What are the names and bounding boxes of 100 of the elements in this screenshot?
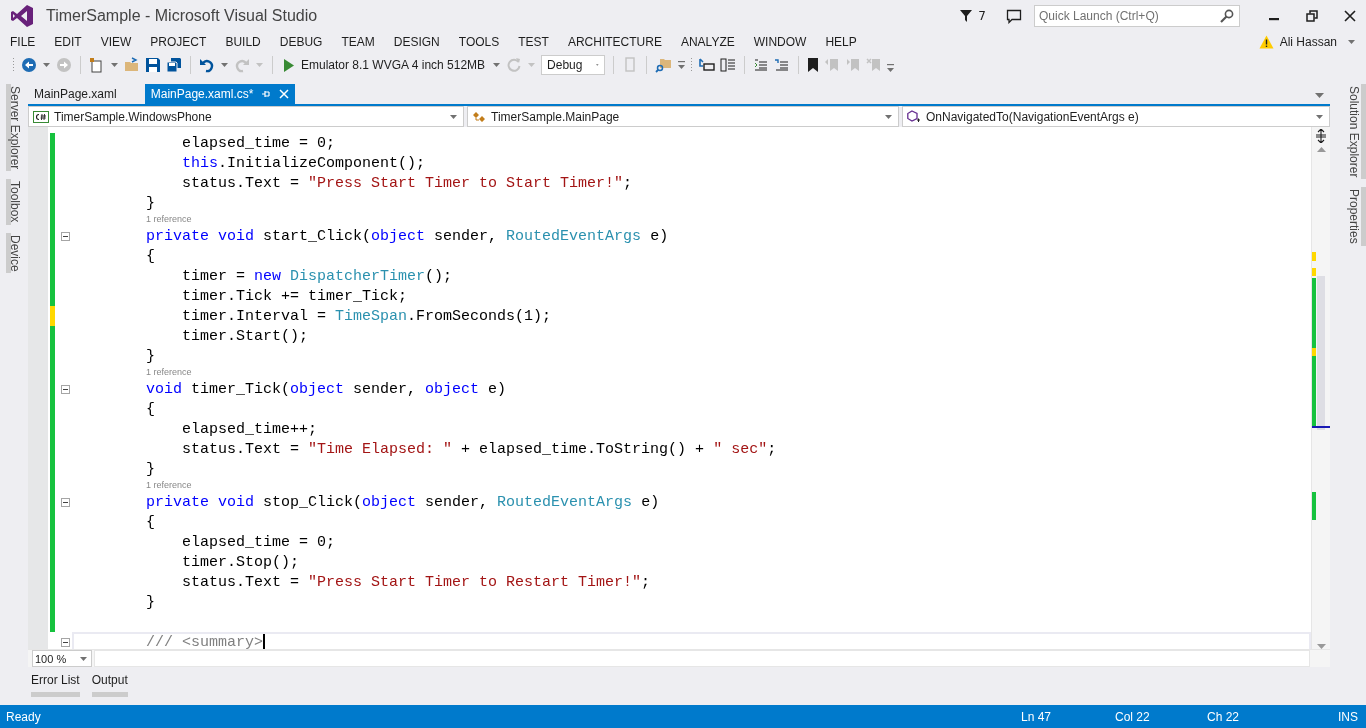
caret-icon[interactable] <box>111 63 118 67</box>
vertical-scrollbar[interactable] <box>1311 127 1330 649</box>
reference-count-link[interactable]: 1 reference <box>72 366 192 379</box>
code-line: timer.Start(); <box>181 327 309 345</box>
pin-icon[interactable] <box>261 89 272 99</box>
code-line: /// <summary> <box>145 633 264 649</box>
code-line: } <box>145 460 155 478</box>
bookmark-icon[interactable] <box>807 57 820 73</box>
code-line: elapsed_time++; <box>181 420 318 438</box>
collapse-icon[interactable] <box>60 231 70 241</box>
code-line: void timer_Tick(object sender, object e) <box>145 380 507 398</box>
caret-icon[interactable] <box>43 63 50 67</box>
csharp-icon <box>33 110 49 123</box>
code-line: private void stop_Click(object sender, RoutedEventArgs e) <box>145 493 660 511</box>
menu-item[interactable]: ANALYZE <box>680 35 735 49</box>
filter-icon[interactable] <box>960 10 973 22</box>
menu-item[interactable]: DEBUG <box>279 35 323 49</box>
insert-mode: INS <box>1338 709 1358 724</box>
undo-icon[interactable] <box>199 57 215 73</box>
feedback-icon[interactable] <box>1006 8 1022 24</box>
play-icon <box>283 58 295 72</box>
side-panel-tab[interactable]: Properties <box>1340 187 1366 247</box>
document-tab[interactable]: MainPage.xaml.cs* <box>144 84 296 104</box>
menu-item[interactable]: WINDOW <box>753 35 807 49</box>
caret-icon[interactable] <box>493 63 501 67</box>
search-icon[interactable] <box>1220 9 1234 23</box>
tool-window-tab[interactable]: Error List <box>31 673 80 697</box>
code-line: private void start_Click(object sender, RoutedEventArgs e) <box>145 227 669 245</box>
menu-item[interactable]: DESIGN <box>393 35 440 49</box>
code-line: status.Text = "Time Elapsed: " + elapsed_time.ToString() + " sec"; <box>181 440 777 458</box>
back-icon[interactable] <box>21 57 37 73</box>
notification-count[interactable]: 7 <box>978 9 986 23</box>
tool-window-tab[interactable]: Output <box>91 673 128 697</box>
side-panel-tab[interactable]: Device <box>6 232 22 274</box>
caret-icon <box>596 63 600 67</box>
code-line: } <box>145 347 155 365</box>
side-panel-tab[interactable]: Toolbox <box>6 179 22 225</box>
close-icon[interactable] <box>1344 10 1356 22</box>
caret-icon[interactable] <box>221 63 228 67</box>
comment-icon[interactable] <box>753 57 770 73</box>
horizontal-scrollbar[interactable] <box>94 650 1310 667</box>
menu-item[interactable]: EDIT <box>54 35 82 49</box>
code-line: status.Text = "Press Start Timer to Restart Timer!"; <box>181 573 651 591</box>
type-dropdown[interactable]: TimerSample.MainPage <box>467 106 899 127</box>
overflow-icon[interactable] <box>887 64 895 72</box>
change-marker <box>1312 268 1316 276</box>
caret-icon[interactable] <box>1315 93 1324 98</box>
class-icon <box>472 110 486 123</box>
new-project-icon[interactable] <box>89 57 105 73</box>
code-line: { <box>145 400 155 418</box>
character-number: Ch 22 <box>1207 709 1240 724</box>
column-number: Col 22 <box>1115 709 1151 724</box>
account-name[interactable]: Ali Hassan <box>1279 35 1337 49</box>
collapse-icon[interactable] <box>60 384 70 394</box>
restore-icon[interactable] <box>1306 10 1318 22</box>
list-icon[interactable] <box>720 57 737 73</box>
step-icon[interactable] <box>699 57 716 73</box>
caret-icon <box>80 656 87 661</box>
run-button[interactable]: Emulator 8.1 WVGA 4 inch 512MB <box>281 58 488 72</box>
menu-item[interactable]: HELP <box>825 35 857 49</box>
menu-item[interactable]: FILE <box>10 35 36 49</box>
caret-position-marker <box>1312 426 1330 428</box>
menu-item[interactable]: TEST <box>518 35 549 49</box>
save-all-icon[interactable] <box>166 57 182 73</box>
reference-count-link[interactable]: 1 reference <box>72 479 192 492</box>
open-folder-icon[interactable] <box>124 57 140 73</box>
member-dropdown[interactable]: OnNavigatedTo(NavigationEventArgs e) <box>902 106 1330 127</box>
side-panel-tab[interactable]: Server Explorer <box>6 84 22 172</box>
caret-icon <box>450 114 457 119</box>
document-tab[interactable]: MainPage.xaml <box>28 84 123 104</box>
menu-item[interactable]: ARCHITECTURE <box>567 35 662 49</box>
menu-item[interactable]: TOOLS <box>458 35 500 49</box>
menu-item[interactable]: TEAM <box>341 35 375 49</box>
menu-item[interactable]: PROJECT <box>150 35 207 49</box>
window-title: TimerSample - Microsoft Visual Studio <box>46 7 318 25</box>
collapse-icon[interactable] <box>60 637 70 647</box>
split-icon[interactable] <box>1315 129 1327 143</box>
configuration-dropdown[interactable]: Debug <box>541 55 606 75</box>
scroll-up-icon[interactable] <box>1316 147 1326 152</box>
code-line: timer.Stop(); <box>181 553 300 571</box>
line-number: Ln 47 <box>1021 709 1052 724</box>
caret-icon <box>1316 114 1323 119</box>
uncomment-icon[interactable] <box>774 57 791 73</box>
code-line: { <box>145 247 155 265</box>
zoom-dropdown[interactable]: 100 % <box>32 650 92 667</box>
method-icon <box>907 110 921 123</box>
caret-icon <box>885 114 892 119</box>
caret-icon[interactable] <box>1348 40 1355 44</box>
quick-launch-field[interactable]: Quick Launch (Ctrl+Q) <box>1034 5 1240 27</box>
menu-item[interactable]: VIEW <box>100 35 132 49</box>
save-icon[interactable] <box>145 57 161 73</box>
collapse-icon[interactable] <box>60 497 70 507</box>
menu-item[interactable]: BUILD <box>225 35 261 49</box>
project-dropdown[interactable]: TimerSample.WindowsPhone <box>28 106 464 127</box>
find-folder-icon[interactable] <box>655 57 674 73</box>
scroll-thumb[interactable] <box>1317 276 1325 430</box>
overflow-icon[interactable] <box>678 61 686 69</box>
reference-count-link[interactable]: 1 reference <box>72 213 192 226</box>
side-panel-tab[interactable]: Solution Explorer <box>1340 84 1366 180</box>
code-line: status.Text = "Press Start Timer to Start Timer!"; <box>181 174 633 192</box>
